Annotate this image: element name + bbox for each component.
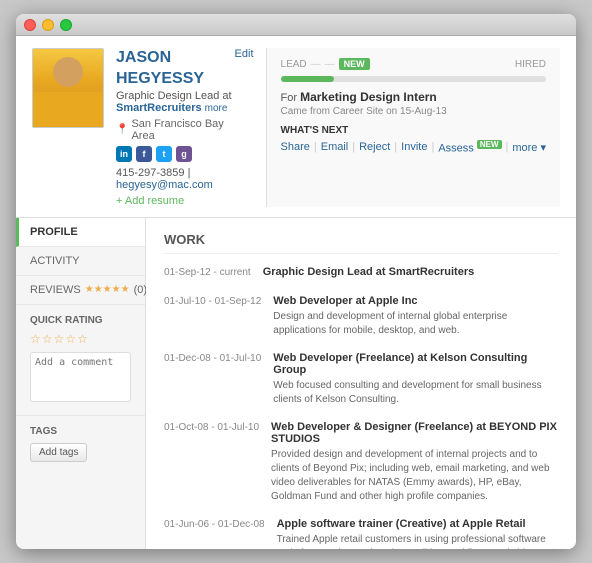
work-date: 01-Jul-10 - 01-Sep-12 [164, 295, 261, 338]
avatar [32, 48, 104, 128]
sidebar-tab-activity[interactable]: ACTIVITY [16, 247, 145, 276]
comment-box[interactable] [30, 352, 131, 402]
email-link[interactable]: hegyesy@mac.com [116, 179, 213, 191]
sidebar: PROFILE ACTIVITY REVIEWS ★★★★★ (0) QUICK… [16, 218, 146, 549]
quick-rating-title: QUICK RATING [30, 315, 131, 326]
more-actions-link[interactable]: more ▾ [512, 141, 546, 154]
candidate-info: JASON HEGYESSY Graphic Design Lead at Sm… [116, 48, 254, 207]
tags-title: TAGS [30, 426, 131, 437]
work-desc: Provided design and development of inter… [271, 448, 558, 504]
share-link[interactable]: Share [281, 141, 310, 153]
location-icon: 📍 [116, 124, 128, 135]
assess-new-badge: NEW [477, 140, 502, 149]
add-resume-link[interactable]: + Add resume [116, 195, 235, 207]
work-date: 01-Oct-08 - 01-Jul-10 [164, 421, 259, 504]
pipeline-progress [281, 76, 334, 82]
action-links: Share | Email | Reject | Invite | Assess… [281, 140, 546, 155]
reviews-count: (0) [134, 284, 147, 296]
star-3[interactable]: ☆ [54, 332, 65, 346]
pipeline-section: LEAD — — NEW HIRED For Marketing Design … [266, 48, 560, 207]
work-title: Apple software trainer (Creative) at App… [277, 518, 558, 530]
main-body: PROFILE ACTIVITY REVIEWS ★★★★★ (0) QUICK… [16, 218, 576, 549]
pipeline-new-badge: NEW [339, 58, 370, 70]
titlebar [16, 14, 576, 36]
candidate-title: Graphic Design Lead at SmartRecruiters m… [116, 90, 235, 114]
close-button[interactable] [24, 19, 36, 31]
work-date: 01-Jun-06 - 01-Dec-08 [164, 518, 265, 549]
sidebar-tab-reviews[interactable]: REVIEWS ★★★★★ (0) [16, 276, 145, 305]
email-action-link[interactable]: Email [321, 141, 349, 153]
work-entry: 01-Sep-12 - current Graphic Design Lead … [164, 266, 558, 281]
quick-rating-section: QUICK RATING ☆ ☆ ☆ ☆ ☆ [16, 305, 145, 416]
work-entry: 01-Jul-10 - 01-Sep-12 Web Developer at A… [164, 295, 558, 338]
edit-button[interactable]: Edit [235, 48, 254, 60]
pipeline-bar: LEAD — — NEW HIRED [281, 58, 546, 70]
maximize-button[interactable] [60, 19, 72, 31]
location: 📍 San Francisco Bay Area [116, 118, 235, 142]
work-title: Web Developer at Apple Inc [273, 295, 558, 307]
sidebar-tab-profile[interactable]: PROFILE [16, 218, 145, 247]
contact-line: 415-297-3859 | hegyesy@mac.com [116, 167, 235, 191]
more-link[interactable]: more [205, 103, 228, 114]
work-entry: 01-Dec-08 - 01-Jul-10 Web Developer (Fre… [164, 352, 558, 407]
tags-section: TAGS Add tags [16, 416, 145, 472]
main-window: JASON HEGYESSY Graphic Design Lead at Sm… [16, 14, 576, 549]
star-4[interactable]: ☆ [65, 332, 76, 346]
header-section: JASON HEGYESSY Graphic Design Lead at Sm… [16, 36, 576, 218]
work-desc: Design and development of internal globa… [273, 310, 558, 338]
assess-link[interactable]: Assess NEW [438, 140, 501, 155]
rating-stars[interactable]: ☆ ☆ ☆ ☆ ☆ [30, 332, 131, 346]
company-link[interactable]: SmartRecruiters [116, 102, 202, 114]
pipeline-track [281, 76, 546, 82]
work-title: Web Developer (Freelance) at Kelson Cons… [273, 352, 558, 376]
work-desc: Web focused consulting and development f… [273, 379, 558, 407]
for-line: For Marketing Design Intern [281, 90, 546, 104]
main-content: WORK 01-Sep-12 - current Graphic Design … [146, 218, 576, 549]
star-1[interactable]: ☆ [30, 332, 41, 346]
position-name: Marketing Design Intern [300, 90, 437, 104]
twitter-icon[interactable]: t [156, 146, 172, 162]
whats-next-label: WHAT'S NEXT [281, 125, 546, 136]
invite-link[interactable]: Invite [401, 141, 427, 153]
came-from: Came from Career Site on 15-Aug-13 [281, 106, 546, 117]
candidate-name: JASON HEGYESSY [116, 48, 235, 90]
work-desc: Trained Apple retail customers in using … [277, 533, 558, 549]
reviews-stars: ★★★★★ [85, 284, 130, 295]
work-date: 01-Dec-08 - 01-Jul-10 [164, 352, 261, 407]
work-section-title: WORK [164, 232, 558, 254]
linkedin-icon[interactable]: in [116, 146, 132, 162]
star-5[interactable]: ☆ [77, 332, 88, 346]
work-date: 01-Sep-12 - current [164, 266, 251, 281]
social-icons: in f t g [116, 146, 235, 162]
github-icon[interactable]: g [176, 146, 192, 162]
minimize-button[interactable] [42, 19, 54, 31]
content-area: JASON HEGYESSY Graphic Design Lead at Sm… [16, 36, 576, 549]
reject-link[interactable]: Reject [359, 141, 390, 153]
add-tags-button[interactable]: Add tags [30, 443, 87, 462]
star-2[interactable]: ☆ [42, 332, 53, 346]
work-entry: 01-Oct-08 - 01-Jul-10 Web Developer & De… [164, 421, 558, 504]
facebook-icon[interactable]: f [136, 146, 152, 162]
work-entry: 01-Jun-06 - 01-Dec-08 Apple software tra… [164, 518, 558, 549]
work-title: Web Developer & Designer (Freelance) at … [271, 421, 558, 445]
work-title: Graphic Design Lead at SmartRecruiters [263, 266, 558, 278]
